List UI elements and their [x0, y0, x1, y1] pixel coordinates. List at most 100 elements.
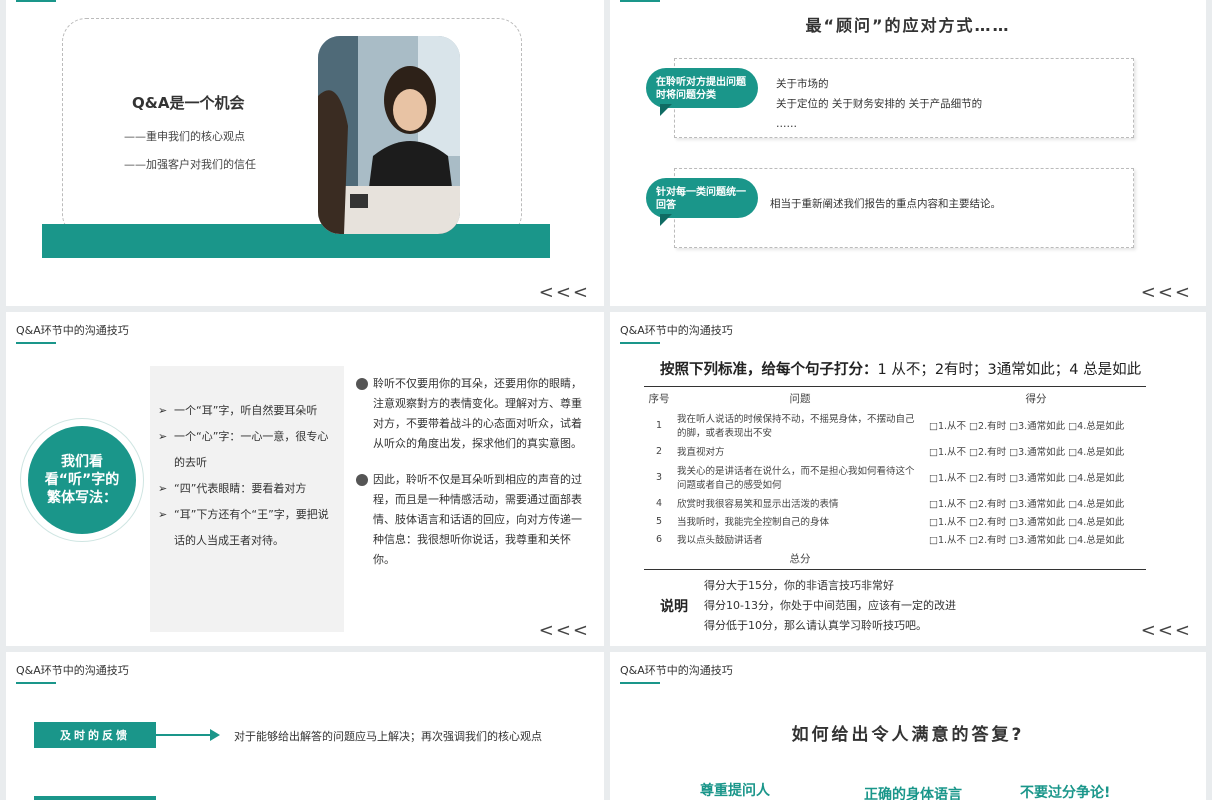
row-options[interactable]: □1.从不 □2.有时 □3.通常如此 □4.总是如此 [926, 512, 1146, 530]
item-respect: 尊重提问人 [700, 783, 770, 799]
note-line: 得分低于10分，那么请认真学习聆听技巧吧。 [704, 619, 927, 632]
category-bubble-2: 针对每一类问题统一回答 [646, 178, 758, 226]
answer-text-1: 关于市场的 关于定位的 关于财务安排的 关于产品细节的 …… [776, 74, 982, 134]
col-header: 序号 [648, 393, 670, 405]
circle-badge: 我们看看“听”字的繁体写法： [28, 426, 136, 534]
row-question: 我关心的是讲话者在说什么，而不是担心我如何看待这个问题或者自己的感受如何 [677, 466, 915, 491]
note-label: 说明 [660, 599, 688, 615]
total-row: 总分 [644, 548, 1146, 568]
row-question: 我以点头鼓励讲话者 [677, 535, 763, 546]
bullet-text: “耳”下方还有个“王”字，要把说话的人当成王者对待。 [174, 508, 329, 547]
table-row: 4 欣赏时我很容易笑和显示出活泼的表情 □1.从不 □2.有时 □3.通常如此 … [644, 494, 1146, 512]
table-top-line [644, 386, 1146, 387]
note-line: 得分10-13分，你处于中间范围，应该有一定的改进 [704, 599, 956, 612]
slide-1[interactable]: Q&A是一个机会 ——重申我们的核心观点 ——加强客户对我们的信任 <<< [6, 0, 604, 306]
category-bubble-1: 在聆听对方提出问题时将问题分类 [646, 68, 758, 116]
row-options[interactable]: □1.从不 □2.有时 □3.通常如此 □4.总是如此 [926, 408, 1146, 442]
answer-line: …… [776, 118, 797, 130]
nav-arrows[interactable]: <<< [539, 620, 590, 641]
header-underline [16, 682, 56, 684]
woman-photo [318, 36, 460, 234]
table-header-row: 序号 问题 得分 [644, 389, 1146, 408]
note-line: 得分大于15分，你的非语言技巧非常好 [704, 579, 894, 592]
nav-arrows[interactable]: <<< [1141, 282, 1192, 303]
col-header: 问题 [789, 393, 811, 405]
bullet-text: 一个“耳”字，听自然要耳朵听 [174, 404, 318, 417]
bullet-text: “四”代表眼睛：要看着对方 [174, 482, 307, 495]
line-2: ——加强客户对我们的信任 [124, 158, 256, 171]
slide-title: 如何给出令人满意的答复? [791, 725, 1025, 745]
row-number: 3 [655, 471, 663, 483]
total-label: 总分 [789, 552, 811, 565]
slide-header: Q&A环节中的沟通技巧 [620, 324, 733, 337]
notes: 得分大于15分，你的非语言技巧非常好 得分10-13分，你处于中间范围，应该有一… [704, 576, 956, 636]
header-underline [620, 682, 660, 684]
circle-text: 我们看看“听”字的繁体写法： [44, 454, 120, 506]
row-options[interactable]: □1.从不 □2.有时 □3.通常如此 □4.总是如此 [926, 494, 1146, 512]
feedback-text: 对于能够给出解答的问题应马上解决；再次强调我们的核心观点 [234, 730, 542, 743]
table-bottom-line [644, 569, 1146, 570]
line-1: ——重申我们的核心观点 [124, 130, 245, 143]
slide-header: Q&A环节中的沟通技巧 [16, 324, 129, 337]
row-question: 欣赏时我很容易笑和显示出活泼的表情 [677, 499, 839, 510]
row-question: 当我听时，我能完全控制自己的身体 [677, 517, 830, 528]
paragraph-item: 聆听不仅要用你的耳朵，还要用你的眼睛，注意观察對方的表情变化。理解对方、尊重对方… [356, 374, 592, 454]
table-row: 6 我以点头鼓励讲话者 □1.从不 □2.有时 □3.通常如此 □4.总是如此 [644, 530, 1146, 548]
item-body-language: 正确的身体语言 [864, 787, 962, 800]
row-number: 2 [655, 445, 663, 457]
paragraph-list: 聆听不仅要用你的耳朵，还要用你的眼睛，注意观察對方的表情变化。理解对方、尊重对方… [356, 374, 592, 570]
slide-title: Q&A是一个机会 [132, 94, 245, 112]
nav-arrows[interactable]: <<< [1141, 620, 1192, 641]
slide-title: 按照下列标准，给每个句子打分：1 从不；2有时；3通常如此；4 总是如此 [660, 358, 1141, 379]
slide-6[interactable]: Q&A环节中的沟通技巧 如何给出令人满意的答复? 尊重提问人 正确的身体语言 不… [610, 652, 1206, 800]
bullet-item: ➢ 一个“耳”字，听自然要耳朵听 [158, 398, 338, 424]
answer-line: 关于定位的 关于财务安排的 关于产品细节的 [776, 98, 983, 110]
row-options[interactable]: □1.从不 □2.有时 □3.通常如此 □4.总是如此 [926, 460, 1146, 494]
bullet-item: ➢ “四”代表眼睛：要看着对方 [158, 476, 338, 502]
row-question: 我在听人说话的时候保持不动，不摇晃身体，不摆动自己的脚，或者表现出不安 [677, 414, 915, 439]
title-bold: 按照下列标准，给每个句子打分： [660, 362, 878, 378]
item-no-argue: 不要过分争论! [1020, 785, 1111, 800]
slide-3[interactable]: Q&A环节中的沟通技巧 我们看看“听”字的繁体写法： ➢ 一个“耳”字，听自然要耳… [6, 312, 604, 646]
paragraph-text: 因此，聆听不仅是耳朵听到相应的声音的过程，而且是一种情感活动，需要通过面部表情、… [373, 473, 582, 566]
row-number: 5 [655, 515, 663, 527]
arrow-head-icon [210, 729, 220, 741]
row-number: 6 [655, 533, 663, 545]
col-header: 得分 [1025, 393, 1047, 405]
header-underline [620, 342, 660, 344]
row-number: 1 [655, 419, 663, 431]
table-row: 5 当我听时，我能完全控制自己的身体 □1.从不 □2.有时 □3.通常如此 □… [644, 512, 1146, 530]
slide-4[interactable]: Q&A环节中的沟通技巧 按照下列标准，给每个句子打分：1 从不；2有时；3通常如… [610, 312, 1206, 646]
slide-title: 最“顾问”的应对方式…… [805, 16, 1011, 35]
dot-icon [356, 474, 368, 486]
row-question: 我直视对方 [677, 447, 725, 458]
table-row: 3 我关心的是讲话者在说什么，而不是担心我如何看待这个问题或者自己的感受如何 □… [644, 460, 1146, 494]
arrow-line [156, 734, 212, 736]
table-row: 2 我直视对方 □1.从不 □2.有时 □3.通常如此 □4.总是如此 [644, 442, 1146, 460]
header-underline [16, 342, 56, 344]
top-accent-line [620, 0, 660, 2]
answer-text-2: 相当于重新阐述我们报告的重点内容和主要结论。 [770, 198, 1001, 210]
feedback-tag-label: 及时的反馈 [60, 729, 130, 742]
paragraph-item: 因此，聆听不仅是耳朵听到相应的声音的过程，而且是一种情感活动，需要通过面部表情、… [356, 470, 592, 570]
nav-arrows[interactable]: <<< [539, 282, 590, 303]
slide-header: Q&A环节中的沟通技巧 [16, 664, 129, 677]
title-rest: 1 从不；2有时；3通常如此；4 总是如此 [877, 362, 1142, 378]
slide-5[interactable]: Q&A环节中的沟通技巧 及时的反馈 对于能够给出解答的问题应马上解决；再次强调我… [6, 652, 604, 800]
row-number: 4 [655, 497, 663, 509]
teal-bar [42, 224, 550, 258]
answer-line: 关于市场的 [776, 78, 829, 90]
second-tag [34, 796, 156, 800]
slide-header: Q&A环节中的沟通技巧 [620, 664, 733, 677]
slide-2[interactable]: 最“顾问”的应对方式…… 关于市场的 关于定位的 关于财务安排的 关于产品细节的… [610, 0, 1206, 306]
table-row: 1 我在听人说话的时候保持不动，不摇晃身体，不摆动自己的脚，或者表现出不安 □1… [644, 408, 1146, 442]
bullet-item: ➢ 一个“心”字：一心一意，很专心的去听 [158, 424, 338, 476]
dot-icon [356, 378, 368, 390]
bullet-item: ➢ “耳”下方还有个“王”字，要把说话的人当成王者对待。 [158, 502, 338, 554]
row-options[interactable]: □1.从不 □2.有时 □3.通常如此 □4.总是如此 [926, 442, 1146, 460]
bullet-list: ➢ 一个“耳”字，听自然要耳朵听 ➢ 一个“心”字：一心一意，很专心的去听 ➢ “四”… [158, 398, 338, 554]
row-options[interactable]: □1.从不 □2.有时 □3.通常如此 □4.总是如此 [926, 530, 1146, 548]
feedback-tag: 及时的反馈 [34, 722, 156, 748]
paragraph-text: 聆听不仅要用你的耳朵，还要用你的眼睛，注意观察對方的表情变化。理解对方、尊重对方… [373, 377, 582, 450]
top-accent-line [16, 0, 56, 2]
